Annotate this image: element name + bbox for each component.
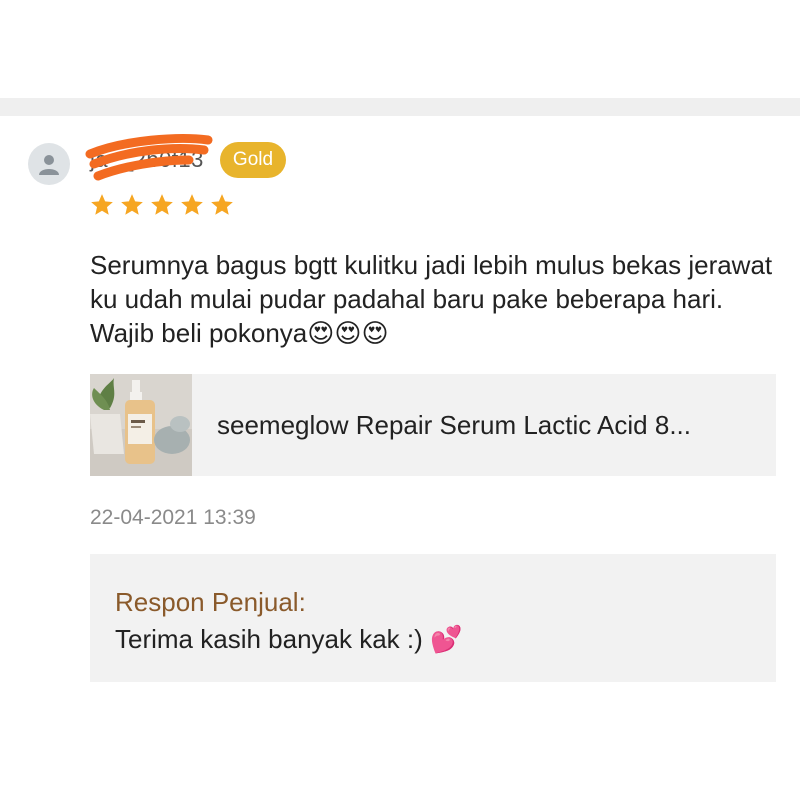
seller-response-box: Respon Penjual: Terima kasih banyak kak … <box>90 554 776 682</box>
review-page: ja__2b0f13 Gold Serumnya bagus bgtt kuli… <box>0 0 800 800</box>
star-icon <box>119 192 145 218</box>
star-rating <box>89 192 235 218</box>
product-name[interactable]: seemeglow Repair Serum Lactic Acid 8... <box>217 410 757 441</box>
review-timestamp: 22-04-2021 13:39 <box>90 506 256 529</box>
user-avatar[interactable] <box>28 143 70 185</box>
seller-response-text: Terima kasih banyak kak :) 💕 <box>115 624 463 654</box>
seller-response-title: Respon Penjual: <box>115 587 306 617</box>
product-card[interactable]: seemeglow Repair Serum Lactic Acid 8... <box>90 374 776 476</box>
review-text: Serumnya bagus bgtt kulitku jadi lebih m… <box>90 250 773 348</box>
member-badge: Gold <box>220 142 286 178</box>
user-silhouette-icon <box>39 155 59 175</box>
star-icon <box>89 192 115 218</box>
star-icon <box>179 192 205 218</box>
star-icon <box>149 192 175 218</box>
section-divider <box>0 98 800 116</box>
product-thumbnail <box>90 374 192 476</box>
star-icon <box>209 192 235 218</box>
redaction-scribble <box>85 134 213 181</box>
